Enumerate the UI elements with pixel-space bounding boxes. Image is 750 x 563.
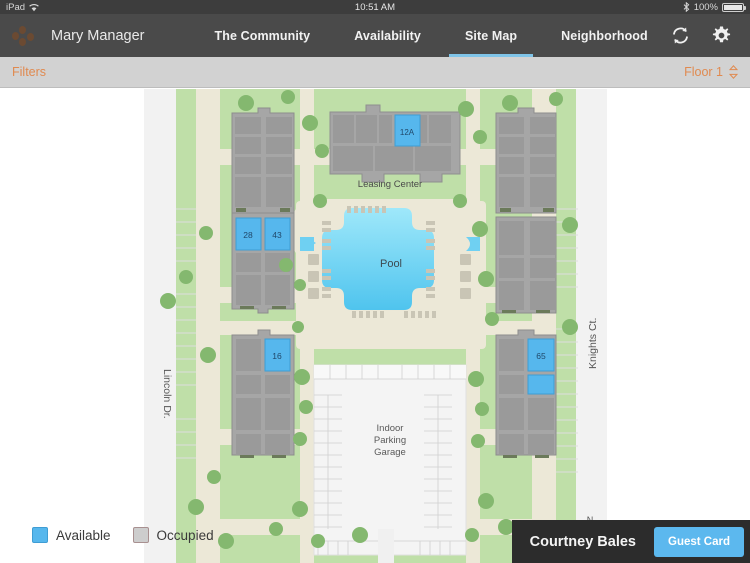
tab-neighborhood[interactable]: Neighborhood: [539, 14, 670, 57]
occupied-swatch-icon: [132, 527, 149, 543]
guest-name-label: Courtney Bales: [529, 533, 636, 550]
app-logo-dots-icon: [12, 25, 42, 47]
clock: 10:51 AM: [354, 1, 396, 13]
floor-selector[interactable]: Floor 1: [684, 65, 739, 79]
tab-label: The Community: [214, 28, 311, 43]
garage-exit-drive: [378, 529, 394, 563]
map-legend: Available Occupied: [32, 527, 214, 543]
battery-full-icon: [722, 2, 746, 12]
building-west-south: 16: [231, 329, 295, 458]
legend-label-available: Available: [56, 527, 111, 543]
floor-label: Floor 1: [684, 65, 723, 79]
gear-icon[interactable]: [711, 25, 732, 46]
pool-label: Pool: [380, 258, 402, 270]
site-map-canvas[interactable]: Pool 12A Leasing Center 28 43 16 65 Indo…: [0, 89, 750, 563]
ios-status-bar: iPad 10:51 AM 100%: [0, 0, 750, 14]
nav-actions: [670, 25, 738, 46]
user-name-label: Mary Manager: [51, 27, 145, 44]
street-label-right: Knights Ct.: [587, 318, 599, 369]
guest-bar: Courtney Bales Guest Card: [511, 520, 750, 563]
parking-label-line1: Indoor: [377, 423, 404, 434]
legend-item-occupied: Occupied: [132, 527, 214, 543]
building-leasing-center: 12A: [329, 104, 461, 183]
battery-percent: 100%: [693, 1, 718, 13]
tab-label: Site Map: [464, 28, 518, 43]
status-bar-left: iPad: [6, 2, 39, 13]
nav-tabs: The Community Availability Site Map Neig…: [192, 14, 669, 57]
unit-28-label: 28: [243, 230, 253, 240]
leasing-center-label: Leasing Center: [358, 179, 422, 190]
legend-item-available: Available: [32, 527, 111, 543]
filters-button[interactable]: Filters: [12, 65, 46, 79]
unit-12A-label: 12A: [400, 128, 415, 137]
building-west-north: [231, 107, 295, 214]
building-east-middle: [495, 216, 557, 314]
wifi-icon: [29, 3, 39, 12]
tab-label: Neighborhood: [561, 28, 648, 43]
refresh-sync-icon[interactable]: [670, 25, 691, 46]
building-east-north: [495, 107, 557, 214]
unit-43-label: 43: [272, 230, 282, 240]
tab-site-map[interactable]: Site Map: [443, 14, 539, 57]
parking-label-line3: Garage: [374, 447, 406, 458]
legend-label-occupied: Occupied: [156, 527, 214, 543]
street-label-left: Lincoln Dr.: [161, 369, 173, 419]
tab-label: Availability: [354, 28, 421, 43]
site-map-svg[interactable]: Pool 12A Leasing Center 28 43 16 65 Indo…: [0, 89, 750, 563]
guest-card-button[interactable]: Guest Card: [654, 526, 744, 557]
unit-65-label: 65: [536, 351, 546, 361]
tab-the-community[interactable]: The Community: [192, 14, 332, 57]
stepper-up-down-icon[interactable]: [728, 65, 739, 79]
device-label: iPad: [6, 1, 26, 13]
parking-label-line2: Parking: [374, 435, 406, 446]
app-root: iPad 10:51 AM 100% Mary Manager The Comm…: [0, 0, 750, 563]
bluetooth-icon: [683, 1, 690, 13]
tab-availability[interactable]: Availability: [332, 14, 443, 57]
filter-bar: Filters Floor 1: [0, 57, 750, 88]
status-bar-right: 100%: [683, 1, 746, 13]
brand-block: Mary Manager: [12, 25, 144, 47]
unit-small-available: [527, 374, 555, 395]
top-navigation-bar: Mary Manager The Community Availability …: [0, 14, 750, 57]
available-swatch-icon: [32, 527, 48, 543]
unit-16-label: 16: [272, 351, 282, 361]
building-east-south: 65: [495, 329, 557, 458]
parking-garage: Indoor Parking Garage: [313, 364, 467, 556]
